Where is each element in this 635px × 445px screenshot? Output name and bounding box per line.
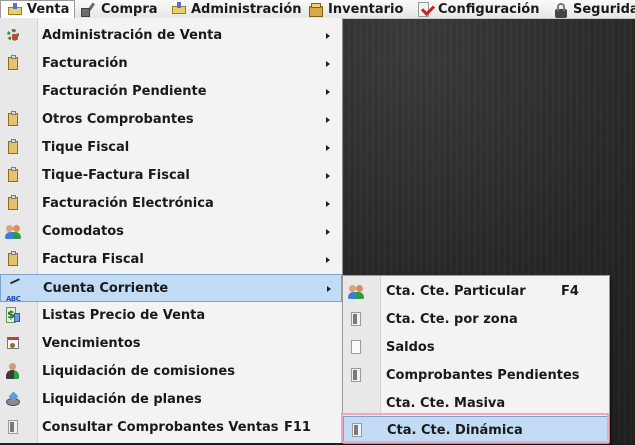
settings-icon [418, 2, 434, 17]
shortcut-label: F11 [284, 420, 311, 435]
submenu-arrow-icon [326, 201, 330, 207]
submenu-arrow-icon [326, 117, 330, 123]
menu-item-liquidacion-de-comisiones[interactable]: Liquidación de comisiones [0, 358, 342, 386]
people-icon [5, 223, 23, 241]
menu-item-liquidacion-de-planes[interactable]: Liquidación de planes [0, 386, 342, 414]
menu-item-facturacion[interactable]: Facturación [0, 50, 342, 78]
venta-dropdown: Administración de Venta Facturación Fact… [0, 18, 343, 443]
menu-compra-label: Compra [101, 1, 158, 17]
submenu-arrow-icon [326, 33, 330, 39]
submenu-item-cta-cte-por-zona[interactable]: Cta. Cte. por zona [343, 306, 609, 334]
price-list-icon [5, 307, 23, 325]
gear-icon [5, 27, 23, 45]
document-icon [349, 422, 367, 440]
menu-configuracion[interactable]: Configuración [418, 0, 539, 18]
menu-item-tique-factura-fiscal[interactable]: Tique-Factura Fiscal [0, 162, 342, 190]
submenu-item-label: Cta. Cte. Particular [386, 284, 526, 299]
submenu-item-cta-cte-particular[interactable]: Cta. Cte. Particular F4 [343, 278, 609, 306]
document-icon [348, 367, 366, 385]
security-icon [553, 2, 569, 18]
sales-icon [7, 2, 23, 17]
menu-item-tique-fiscal[interactable]: Tique Fiscal [0, 134, 342, 162]
menu-item-label: Facturación Electrónica [42, 196, 214, 211]
shortcut-label: F4 [561, 284, 579, 299]
menu-item-listas-precio-de-venta[interactable]: Listas Precio de Venta [0, 302, 342, 330]
menu-item-consultar-comprobantes-ventas[interactable]: Consultar Comprobantes Ventas F11 [0, 414, 342, 442]
menu-item-facturacion-pendiente[interactable]: Facturación Pendiente [0, 78, 342, 106]
submenu-item-label: Cta. Cte. Masiva [386, 396, 506, 411]
menu-item-otros-comprobantes[interactable]: Otros Comprobantes [0, 106, 342, 134]
inventory-icon [308, 2, 324, 17]
menu-item-label: Vencimientos [42, 336, 141, 351]
menu-bar: Venta Compra Administración Inventario C… [0, 0, 635, 19]
calendar-icon [5, 335, 23, 353]
menu-item-label: Liquidación de planes [42, 392, 202, 407]
submenu-arrow-icon [326, 257, 330, 263]
menu-venta[interactable]: Venta [0, 0, 75, 18]
submenu-item-comprobantes-pendientes[interactable]: Comprobantes Pendientes [343, 362, 609, 390]
blank-document-icon [348, 339, 366, 357]
menu-item-label: Liquidación de comisiones [42, 364, 235, 379]
menu-item-cuenta-corriente[interactable]: Cuenta Corriente [0, 274, 342, 313]
menu-item-label: Facturación [42, 56, 128, 71]
clipboard-icon [5, 55, 23, 73]
menu-item-factura-fiscal[interactable]: Factura Fiscal [0, 246, 342, 274]
menu-item-label: Administración de Venta [42, 28, 223, 43]
menu-item-comodatos[interactable]: Comodatos [0, 218, 342, 246]
cuenta-corriente-submenu: Cta. Cte. Particular F4 Cta. Cte. por zo… [342, 275, 610, 444]
menu-venta-label: Venta [27, 2, 70, 17]
clipboard-icon [5, 251, 23, 269]
menu-configuracion-label: Configuración [438, 1, 540, 17]
submenu-item-label: Cta. Cte. por zona [386, 312, 518, 327]
submenu-item-cta-cte-masiva[interactable]: Cta. Cte. Masiva [343, 390, 609, 418]
clipboard-icon [5, 139, 23, 157]
menu-administracion-label: Administración [191, 1, 302, 17]
menu-inventario[interactable]: Inventario [308, 0, 403, 18]
menu-seguridad[interactable]: Segurida [553, 0, 635, 18]
submenu-item-saldos[interactable]: Saldos [343, 334, 609, 362]
menu-seguridad-label: Segurida [573, 1, 635, 17]
menu-administracion[interactable]: Administración [171, 0, 302, 18]
people-icon [348, 283, 366, 301]
menu-item-facturacion-electronica[interactable]: Facturación Electrónica [0, 190, 342, 218]
menu-compra[interactable]: Compra [81, 0, 158, 18]
menu-inventario-label: Inventario [328, 1, 404, 17]
menu-item-administracion-de-venta[interactable]: Administración de Venta [0, 22, 342, 50]
submenu-item-cta-cte-dinamica[interactable]: Cta. Cte. Dinámica [343, 416, 609, 444]
submenu-arrow-icon [326, 173, 330, 179]
menu-item-label: Facturación Pendiente [42, 84, 207, 99]
submenu-item-label: Saldos [386, 340, 435, 355]
submenu-arrow-icon [326, 61, 330, 67]
menu-item-label: Comodatos [42, 224, 124, 239]
menu-item-label: Cuenta Corriente [43, 281, 169, 296]
abc-icon [6, 280, 24, 313]
menu-item-label: Tique-Factura Fiscal [42, 168, 190, 183]
disk-icon [5, 391, 23, 409]
menu-item-label: Listas Precio de Venta [42, 308, 206, 323]
menu-item-label: Factura Fiscal [42, 252, 144, 267]
menu-item-vencimientos[interactable]: Vencimientos [0, 330, 342, 358]
menu-item-label: Otros Comprobantes [42, 112, 194, 127]
menu-item-label: Consultar Comprobantes Ventas [42, 420, 279, 435]
submenu-item-label: Comprobantes Pendientes [386, 368, 580, 383]
submenu-arrow-icon [326, 229, 330, 235]
document-icon [348, 311, 366, 329]
administration-icon [171, 2, 187, 16]
submenu-arrow-icon [326, 89, 330, 95]
clipboard-icon [5, 167, 23, 185]
submenu-item-label: Cta. Cte. Dinámica [387, 423, 523, 438]
person-icon [5, 363, 23, 381]
purchase-icon [81, 2, 97, 17]
clipboard-icon [5, 195, 23, 213]
menu-item-label: Tique Fiscal [42, 140, 130, 155]
submenu-arrow-icon [326, 145, 330, 151]
clipboard-icon [5, 111, 23, 129]
document-icon [5, 419, 23, 437]
submenu-arrow-icon [327, 286, 331, 292]
